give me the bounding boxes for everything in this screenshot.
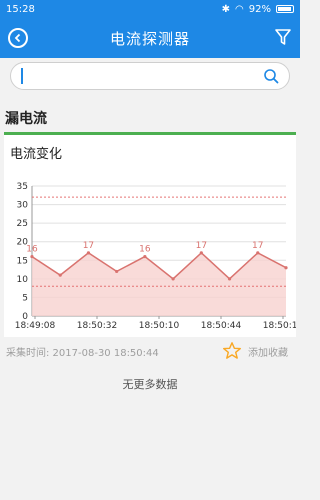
- wifi-icon: ◠: [235, 3, 244, 15]
- add-favorite-label: 添加收藏: [248, 347, 288, 359]
- search-icon[interactable]: [263, 68, 279, 84]
- x-tick-label: 18:50:10: [139, 321, 180, 331]
- x-tick-label: 18:50:44: [201, 321, 242, 331]
- no-more-data: 无更多数据: [122, 378, 178, 391]
- bluetooth-icon: ✱: [221, 3, 231, 15]
- data-point: [171, 277, 175, 281]
- data-label: 16: [26, 245, 38, 255]
- chart-title: 电流变化: [10, 147, 63, 162]
- x-tick-label: 18:50:32: [77, 321, 117, 331]
- battery-percent: 92%: [248, 3, 271, 15]
- data-label: 16: [139, 245, 151, 255]
- section-title: 漏电流: [5, 111, 47, 127]
- y-tick-label: 25: [17, 219, 28, 229]
- current-line-chart: 0510152025303518:49:08 18:50:32 18:50:10 18…: [15, 182, 296, 331]
- battery-icon: [276, 5, 294, 13]
- data-label: 17: [252, 241, 263, 251]
- star-icon: [223, 342, 241, 359]
- data-label: 17: [196, 241, 207, 251]
- search-input[interactable]: [21, 68, 257, 84]
- data-point: [115, 269, 119, 274]
- y-tick-label: 15: [17, 256, 28, 266]
- data-point: [58, 273, 62, 277]
- add-favorite-button[interactable]: 添加收藏: [222, 341, 288, 361]
- y-tick-label: 30: [17, 201, 29, 211]
- x-tick-label: 18:50:17: [263, 321, 296, 331]
- data-point: [256, 251, 260, 255]
- search-bar: [10, 62, 290, 90]
- x-tick-label: 18:49:08: [15, 321, 56, 331]
- page-title: 电流探测器: [109, 29, 190, 48]
- y-tick-label: 5: [22, 293, 28, 303]
- filter-icon[interactable]: [274, 28, 292, 46]
- data-label: 17: [83, 241, 94, 251]
- app-bar: 电流探测器: [0, 18, 300, 58]
- y-tick-label: 10: [17, 275, 29, 285]
- data-point: [284, 266, 288, 270]
- data-point: [199, 251, 203, 255]
- status-bar: 15:28 ✱ ◠ 92%: [0, 0, 300, 18]
- back-button[interactable]: [8, 28, 28, 48]
- collect-time: 采集时间: 2017-08-30 18:50:44: [6, 348, 159, 359]
- data-point: [30, 254, 34, 259]
- status-icons: ✱ ◠ 92%: [222, 4, 294, 15]
- data-point: [86, 251, 91, 255]
- chevron-left-icon: [14, 33, 21, 43]
- chart-card: 0 5 10 15 20 25 30 35 18:49:08 18:50:32 18:50:10 18…: [4, 132, 296, 337]
- data-point: [143, 254, 147, 259]
- status-time: 15:28: [6, 3, 35, 15]
- y-tick-label: 35: [17, 182, 28, 192]
- data-point: [227, 277, 232, 281]
